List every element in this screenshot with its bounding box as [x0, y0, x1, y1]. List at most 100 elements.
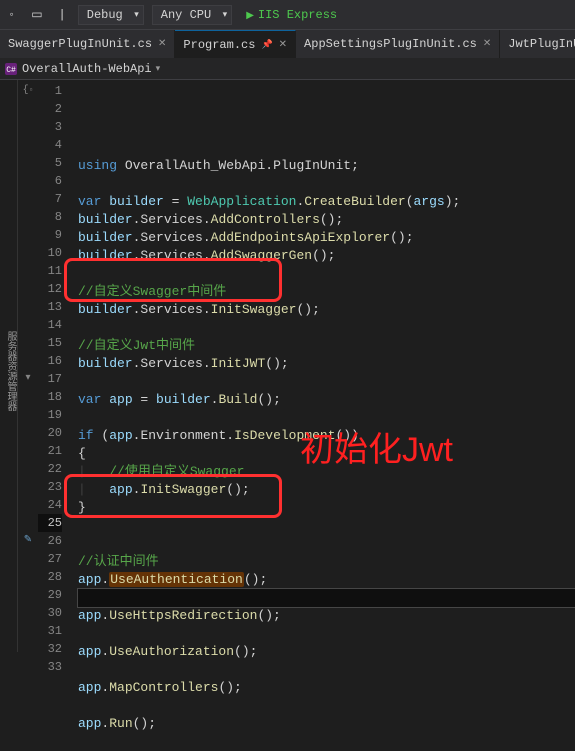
fold-marker — [18, 550, 38, 568]
code-line[interactable]: builder.Services.InitJWT(); — [78, 355, 575, 373]
tab-label: SwaggerPlugInUnit.cs — [8, 37, 152, 51]
run-label: IIS Express — [258, 8, 337, 22]
code-line[interactable]: builder.Services.AddControllers(); — [78, 211, 575, 229]
fold-marker — [18, 226, 38, 244]
code-line[interactable]: using OverallAuth_WebApi.PlugInUnit; — [78, 157, 575, 175]
line-number: 14 — [38, 316, 62, 334]
line-number: 27 — [38, 550, 62, 568]
code-line[interactable]: app.UseHttpsRedirection(); — [78, 607, 575, 625]
code-line[interactable]: } — [78, 499, 575, 517]
code-line[interactable] — [78, 373, 575, 391]
code-line[interactable] — [78, 589, 575, 607]
tab-bar: SwaggerPlugInUnit.cs✕Program.cs📌✕AppSett… — [0, 30, 575, 58]
code-line[interactable] — [78, 175, 575, 193]
code-line[interactable]: //自定义Swagger中间件 — [78, 283, 575, 301]
code-line[interactable] — [78, 265, 575, 283]
fold-marker — [18, 262, 38, 280]
fold-marker[interactable]: ▾ — [18, 370, 38, 388]
fold-marker — [18, 622, 38, 640]
line-number: 10 — [38, 244, 62, 262]
line-number: 25 — [38, 514, 62, 532]
code-line[interactable]: var app = builder.Build(); — [78, 391, 575, 409]
fold-brace-icon[interactable]: {▫ — [18, 82, 38, 100]
code-line[interactable]: if (app.Environment.IsDevelopment()) — [78, 427, 575, 445]
fold-marker — [18, 604, 38, 622]
code-line[interactable]: { — [78, 445, 575, 463]
fold-gutter[interactable]: {▫ ▾✎ — [18, 80, 38, 652]
breadcrumb[interactable]: C# OverallAuth-WebApi ▾ — [0, 58, 575, 80]
fold-marker — [18, 676, 38, 694]
fold-marker — [18, 244, 38, 262]
fold-marker — [18, 496, 38, 514]
toolbar-sep: | — [55, 6, 70, 24]
pin-icon[interactable]: 📌 — [261, 40, 272, 50]
line-number: 7 — [38, 190, 62, 208]
line-number: 20 — [38, 424, 62, 442]
code-line[interactable]: var builder = WebApplication.CreateBuild… — [78, 193, 575, 211]
close-icon[interactable]: ✕ — [279, 39, 287, 51]
fold-marker — [18, 460, 38, 478]
code-line[interactable] — [78, 535, 575, 553]
fold-marker — [18, 172, 38, 190]
toolbar-icon[interactable]: ▭ — [27, 5, 46, 24]
line-number: 15 — [38, 334, 62, 352]
code-line[interactable]: | //使用自定义Swagger — [78, 463, 575, 481]
line-number: 28 — [38, 568, 62, 586]
tab-swaggerpluginunit-cs[interactable]: SwaggerPlugInUnit.cs ✕ — [0, 30, 175, 58]
code-line[interactable] — [78, 661, 575, 679]
close-icon[interactable]: ✕ — [483, 38, 491, 50]
chevron-down-icon: ▾ — [156, 64, 161, 74]
fold-marker — [18, 208, 38, 226]
tab-label: AppSettingsPlugInUnit.cs — [304, 37, 477, 51]
fold-marker — [18, 334, 38, 352]
code-editor[interactable]: 初始化Jwt using OverallAuth_WebApi.PlugInUn… — [70, 80, 575, 652]
fold-marker — [18, 316, 38, 334]
line-number: 5 — [38, 154, 62, 172]
fold-marker — [18, 298, 38, 316]
fold-marker — [18, 190, 38, 208]
platform-dropdown[interactable]: Any CPU — [152, 5, 232, 25]
fold-marker — [18, 442, 38, 460]
code-line[interactable]: | app.InitSwagger(); — [78, 481, 575, 499]
fold-marker — [18, 640, 38, 658]
fold-marker — [18, 514, 38, 532]
line-number: 13 — [38, 298, 62, 316]
fold-marker — [18, 280, 38, 298]
code-line[interactable]: app.Run(); — [78, 715, 575, 733]
line-number: 2 — [38, 100, 62, 118]
code-line[interactable] — [78, 319, 575, 337]
line-number: 29 — [38, 586, 62, 604]
tab-jwtpluginu[interactable]: JwtPlugInU✕ — [500, 30, 575, 58]
code-line[interactable]: //自定义Jwt中间件 — [78, 337, 575, 355]
code-line[interactable]: builder.Services.AddEndpointsApiExplorer… — [78, 229, 575, 247]
line-number: 3 — [38, 118, 62, 136]
code-line[interactable] — [78, 409, 575, 427]
tab-appsettingspluginunit-cs[interactable]: AppSettingsPlugInUnit.cs ✕ — [296, 30, 500, 58]
line-number: 22 — [38, 460, 62, 478]
nav-back-icon[interactable]: ◦ — [4, 6, 19, 24]
line-number: 32 — [38, 640, 62, 658]
code-line[interactable]: builder.Services.InitSwagger(); — [78, 301, 575, 319]
line-number: 26 — [38, 532, 62, 550]
line-number: 31 — [38, 622, 62, 640]
code-line[interactable] — [78, 517, 575, 535]
code-line[interactable]: builder.Services.AddSwaggerGen(); — [78, 247, 575, 265]
line-number: 19 — [38, 406, 62, 424]
code-line[interactable] — [78, 625, 575, 643]
code-line[interactable]: app.UseAuthentication(); — [78, 571, 575, 589]
code-line[interactable]: //认证中间件 — [78, 553, 575, 571]
editor-area: 服务器资源管理器 {▫ ▾✎ 1234567891011121314151617… — [0, 80, 575, 652]
code-line[interactable]: app.UseAuthorization(); — [78, 643, 575, 661]
line-number: 16 — [38, 352, 62, 370]
code-line[interactable] — [78, 733, 575, 751]
fold-marker — [18, 100, 38, 118]
fold-marker — [18, 154, 38, 172]
run-button[interactable]: IIS Express — [240, 6, 343, 24]
sidebar-vertical-tab[interactable]: 服务器资源管理器 — [0, 80, 18, 652]
line-number: 8 — [38, 208, 62, 226]
config-dropdown[interactable]: Debug — [78, 5, 144, 25]
tab-program-cs[interactable]: Program.cs📌✕ — [175, 30, 296, 58]
code-line[interactable]: app.MapControllers(); — [78, 679, 575, 697]
close-icon[interactable]: ✕ — [158, 38, 166, 50]
code-line[interactable] — [78, 697, 575, 715]
